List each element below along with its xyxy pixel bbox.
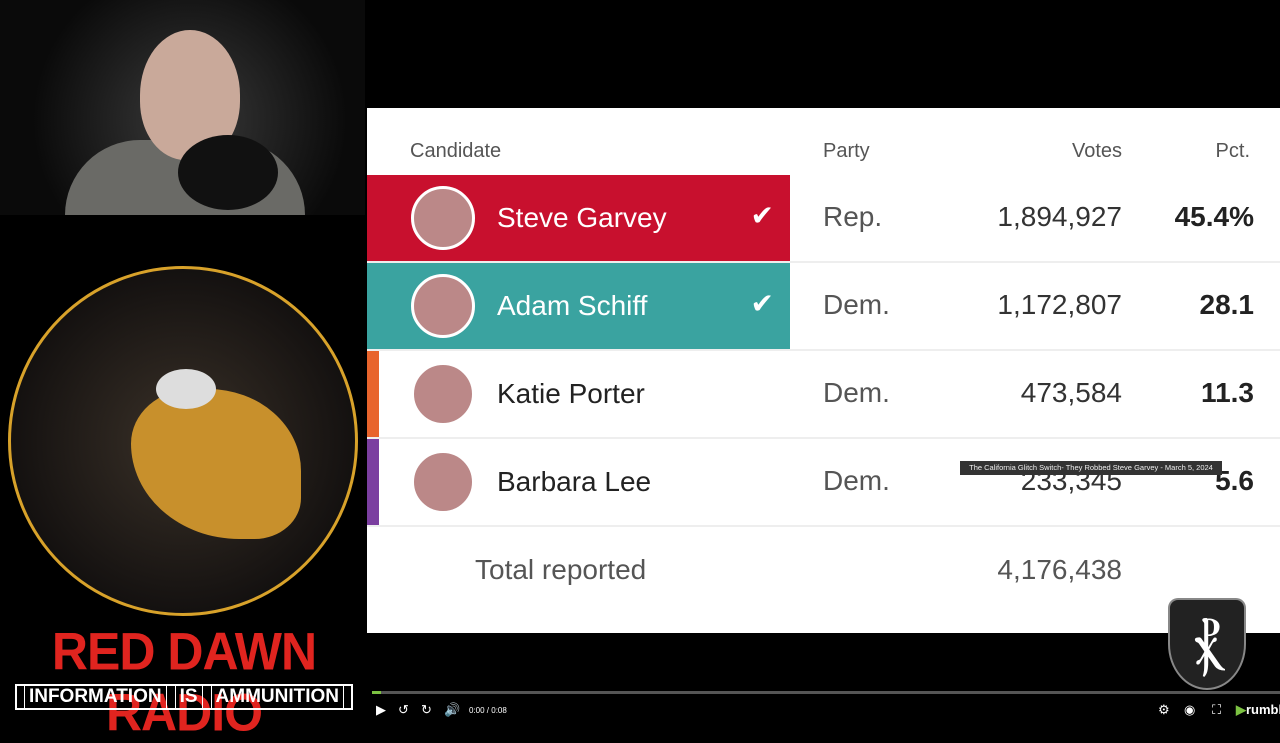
winner-check-icon: ✔: [750, 200, 774, 231]
progress-fill: [372, 691, 382, 694]
rumble-logo[interactable]: ▶rumble: [1236, 702, 1280, 718]
header-votes: Votes: [1071, 140, 1122, 162]
party-color-bar: [367, 175, 379, 261]
pct: 45.4%: [1174, 201, 1254, 232]
party: Rep.: [823, 201, 883, 232]
party-color-bar: [367, 351, 379, 437]
progress-bar[interactable]: [372, 691, 1280, 694]
winner-check-icon: ✔: [750, 288, 774, 319]
time-display: 0:00 / 0:08: [469, 706, 507, 715]
settings-icon[interactable]: ⚙: [1158, 702, 1170, 718]
votes: 1,172,807: [997, 289, 1122, 320]
candidate-row: Steve Garvey ✔ Rep. 1,894,927 45.4%: [367, 175, 1280, 263]
votes: 1,894,927: [997, 201, 1122, 232]
party-color-bar: [367, 439, 379, 525]
tagline-word: IS: [174, 685, 203, 709]
candidate-name: Steve Garvey: [497, 202, 667, 233]
candidate-name: Barbara Lee: [497, 466, 652, 497]
pct: 28.1: [1199, 289, 1255, 320]
tagline-word: INFORMATION: [23, 685, 167, 709]
theater-toggle-icon[interactable]: ◉: [1184, 702, 1195, 718]
microphone: [178, 135, 278, 210]
tagline-word: AMMUNITION: [210, 685, 345, 709]
candidate-row: Barbara Lee Dem. 233,345 5.6: [367, 439, 1280, 527]
total-votes: 4,176,438: [997, 554, 1122, 585]
webcam-feed: [0, 0, 365, 215]
results-table: Candidate Party Votes Pct. Steve Garvey …: [367, 108, 1280, 633]
party: Dem.: [823, 377, 890, 408]
header-candidate: Candidate: [410, 140, 502, 162]
avatar: [411, 450, 475, 514]
total-label: Total reported: [475, 554, 647, 585]
header-party: Party: [823, 140, 870, 162]
forward-icon[interactable]: ↻: [421, 702, 432, 718]
avatar: [411, 274, 475, 338]
candidate-cell: Barbara Lee: [367, 439, 790, 525]
avatar: [411, 362, 475, 426]
party: Dem.: [823, 289, 890, 320]
candidate-cell: Steve Garvey ✔: [367, 175, 790, 261]
candidate-name: Katie Porter: [497, 378, 645, 409]
candidate-row: Adam Schiff ✔ Dem. 1,172,807 28.1: [367, 263, 1280, 351]
party: Dem.: [823, 465, 890, 496]
logo-beak: [131, 389, 301, 539]
fullscreen-icon[interactable]: ⛶: [1212, 702, 1221, 718]
candidate-cell: Adam Schiff ✔: [367, 263, 790, 349]
channel-watermark: ⳩: [1168, 598, 1246, 690]
header-pct: Pct.: [1215, 140, 1250, 162]
candidate-cell: Katie Porter: [367, 351, 790, 437]
logo-goggle: [156, 369, 216, 409]
candidate-row: Katie Porter Dem. 473,584 11.3: [367, 351, 1280, 439]
votes: 473,584: [1020, 377, 1122, 408]
pct: 11.3: [1201, 377, 1254, 408]
video-title-tooltip: The California Glitch Switch- They Robbe…: [960, 461, 1222, 475]
brand-title: RED DAWN RADIO: [51, 622, 317, 742]
eagle-logo: [8, 266, 358, 616]
play-icon[interactable]: ▶: [376, 702, 386, 718]
rewind-icon[interactable]: ↺: [398, 702, 409, 718]
party-color-bar: [367, 263, 379, 349]
volume-icon[interactable]: 🔊: [444, 702, 460, 718]
candidate-name: Adam Schiff: [497, 290, 648, 321]
avatar: [411, 186, 475, 250]
total-row: Total reported 4,176,438: [367, 528, 1280, 616]
tagline: INFORMATION IS AMMUNITION: [15, 684, 353, 710]
